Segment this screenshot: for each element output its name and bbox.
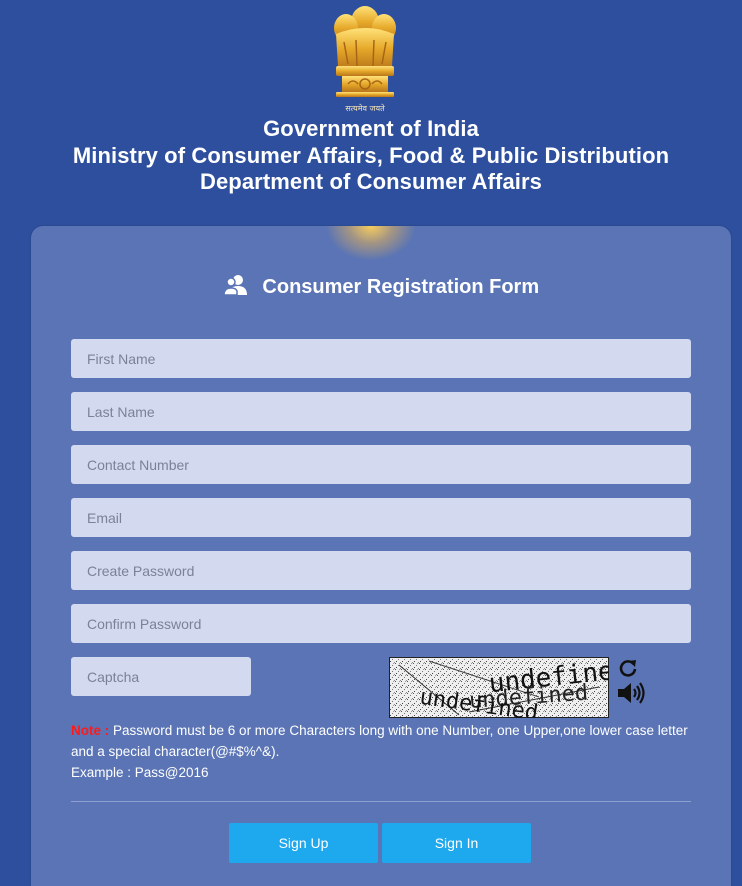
- create-password-input[interactable]: [71, 551, 691, 590]
- note-text: Password must be 6 or more Characters lo…: [71, 723, 688, 759]
- note-label: Note :: [71, 723, 110, 738]
- contact-number-input[interactable]: [71, 445, 691, 484]
- password-example: Example : Pass@2016: [71, 765, 209, 780]
- form-divider: [71, 801, 691, 802]
- header-line-3: Department of Consumer Affairs: [199, 169, 542, 194]
- header-line-1: Government of India: [263, 116, 479, 141]
- email-input[interactable]: [71, 498, 691, 537]
- speaker-icon[interactable]: [616, 681, 646, 705]
- confirm-password-input[interactable]: [71, 604, 691, 643]
- user-pair-icon: [223, 275, 247, 296]
- registration-card: Consumer Registration Form undefined und…: [31, 226, 731, 886]
- sign-in-button[interactable]: Sign In: [382, 823, 531, 863]
- header-line-2: Ministry of Consumer Affairs, Food & Pub…: [72, 142, 670, 168]
- captcha-tools: [616, 657, 646, 705]
- first-name-input[interactable]: [71, 339, 691, 378]
- svg-text:सत्यमेव जयते: सत्यमेव जयते: [345, 103, 385, 113]
- password-note: Note : Password must be 6 or more Charac…: [71, 720, 696, 783]
- card-glow-decoration: [327, 226, 415, 260]
- form-title-text: Consumer Registration Form: [262, 276, 540, 298]
- sign-up-button[interactable]: Sign Up: [229, 823, 378, 863]
- refresh-icon[interactable]: [617, 657, 639, 679]
- captcha-image: undefined undefined undefined: [389, 657, 609, 718]
- national-emblem-logo: सत्यमेव जयते: [322, 2, 408, 114]
- site-header: Government of India Ministry of Consumer…: [0, 116, 742, 196]
- last-name-input[interactable]: [71, 392, 691, 431]
- captcha-input[interactable]: [71, 657, 251, 696]
- form-title: Consumer Registration Form: [31, 274, 731, 299]
